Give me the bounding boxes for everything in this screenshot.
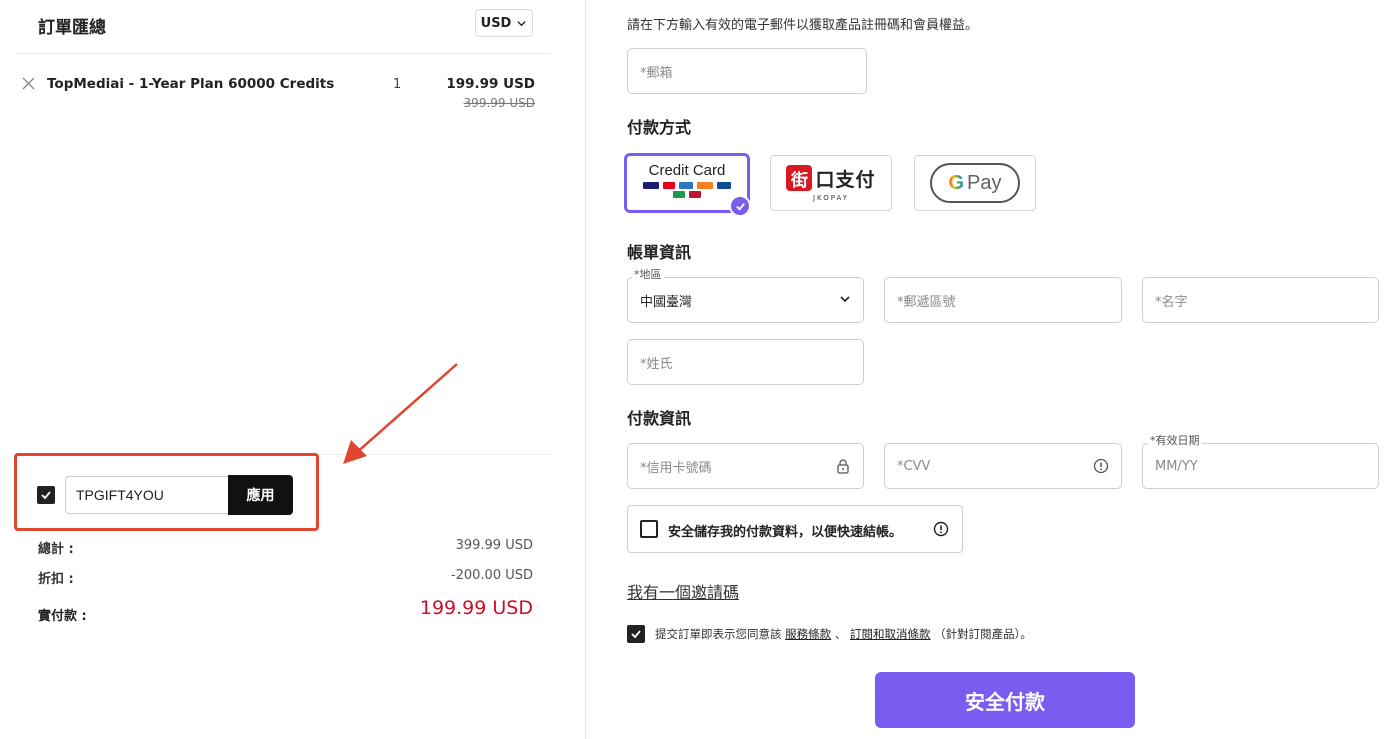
google-pay-label: Pay	[967, 171, 1002, 194]
divider	[16, 53, 551, 54]
terms-text: 提交訂單即表示您同意該 服務條款 、 訂閱和取消條款 （針對訂閱產品）。	[655, 626, 1032, 642]
chevron-down-icon	[517, 20, 527, 26]
google-g-icon: G	[948, 171, 965, 194]
email-field[interactable]: *郵箱	[627, 48, 867, 94]
currency-select[interactable]: USD	[475, 9, 533, 37]
zip-code-field[interactable]: *郵遞區號	[884, 277, 1122, 323]
card-number-placeholder: *信用卡號碼	[640, 460, 712, 476]
terms-separator: 、	[834, 627, 847, 641]
discount-label: 折扣 :	[38, 572, 74, 587]
coupon-checkbox[interactable]	[37, 486, 55, 504]
credit-card-label: Credit Card	[648, 162, 726, 179]
expiry-field[interactable]: MM/YY	[1142, 443, 1379, 489]
check-icon	[41, 491, 51, 500]
email-hint-text: 請在下方輸入有效的電子郵件以獲取產品註冊碼和會員權益。	[627, 18, 979, 33]
save-payment-checkbox[interactable]	[640, 520, 658, 538]
billing-title: 帳單資訊	[627, 243, 692, 262]
product-original-price: 399.99 USD	[463, 96, 535, 110]
terms-checkbox[interactable]	[627, 625, 645, 643]
total-value: 399.99 USD	[455, 538, 533, 553]
region-select[interactable]: 中國臺灣	[627, 277, 864, 323]
selected-check-icon	[729, 195, 751, 217]
card-number-field[interactable]: *信用卡號碼	[627, 443, 864, 489]
save-payment-text: 安全儲存我的付款資料，以便快速結帳。	[668, 525, 903, 540]
order-summary-panel: 訂單匯總 USD TopMediai - 1-Year Plan 60000 C…	[0, 0, 586, 739]
payment-method-google-pay[interactable]: G Pay	[914, 155, 1036, 211]
invite-code-link[interactable]: 我有一個邀請碼	[627, 579, 739, 603]
subscription-terms-link[interactable]: 訂閱和取消條款	[850, 627, 931, 641]
first-name-field[interactable]: *名字	[1142, 277, 1379, 323]
close-icon[interactable]	[22, 77, 35, 90]
lock-icon	[837, 459, 849, 474]
annotation-arrow-icon	[343, 363, 458, 464]
card-brands-icon	[642, 182, 732, 198]
terms-prefix: 提交訂單即表示您同意該	[655, 627, 782, 641]
info-icon[interactable]	[933, 521, 949, 537]
apply-coupon-button[interactable]: 應用	[228, 475, 293, 515]
currency-value: USD	[480, 15, 512, 31]
product-quantity: 1	[393, 77, 402, 92]
terms-suffix: （針對訂閱產品）。	[934, 627, 1032, 641]
coupon-input[interactable]: TPGIFT4YOU	[65, 476, 230, 514]
secure-pay-button[interactable]: 安全付款	[875, 672, 1135, 728]
info-icon[interactable]	[1093, 458, 1109, 474]
jkopay-sub-label: JKOPAY	[812, 193, 850, 202]
product-price: 199.99 USD	[446, 76, 535, 92]
terms-of-service-link[interactable]: 服務條款	[785, 627, 831, 641]
total-label: 總計 :	[38, 542, 74, 557]
chevron-down-icon	[840, 296, 850, 303]
expiry-label: *有效日期	[1148, 432, 1202, 448]
order-summary-title: 訂單匯總	[38, 18, 106, 38]
last-name-field[interactable]: *姓氏	[627, 339, 864, 385]
region-label: *地區	[632, 266, 664, 282]
amount-due-label: 實付款 :	[38, 609, 87, 624]
discount-value: -200.00 USD	[450, 568, 533, 583]
jkopay-label: 口支付	[815, 168, 876, 191]
cvv-field[interactable]: *CVV	[884, 443, 1122, 489]
check-icon	[631, 630, 641, 639]
payment-method-title: 付款方式	[627, 118, 692, 137]
payment-info-title: 付款資訊	[627, 409, 692, 428]
amount-due-value: 199.99 USD	[419, 597, 533, 619]
google-pay-logo: G Pay	[930, 163, 1020, 203]
product-name: TopMediai - 1-Year Plan 60000 Credits	[47, 76, 335, 92]
jkopay-logo-icon: 街	[786, 165, 813, 191]
region-value: 中國臺灣	[640, 294, 693, 310]
cvv-placeholder: *CVV	[897, 458, 931, 474]
payment-method-jkopay[interactable]: 街 口支付 JKOPAY	[770, 155, 892, 211]
